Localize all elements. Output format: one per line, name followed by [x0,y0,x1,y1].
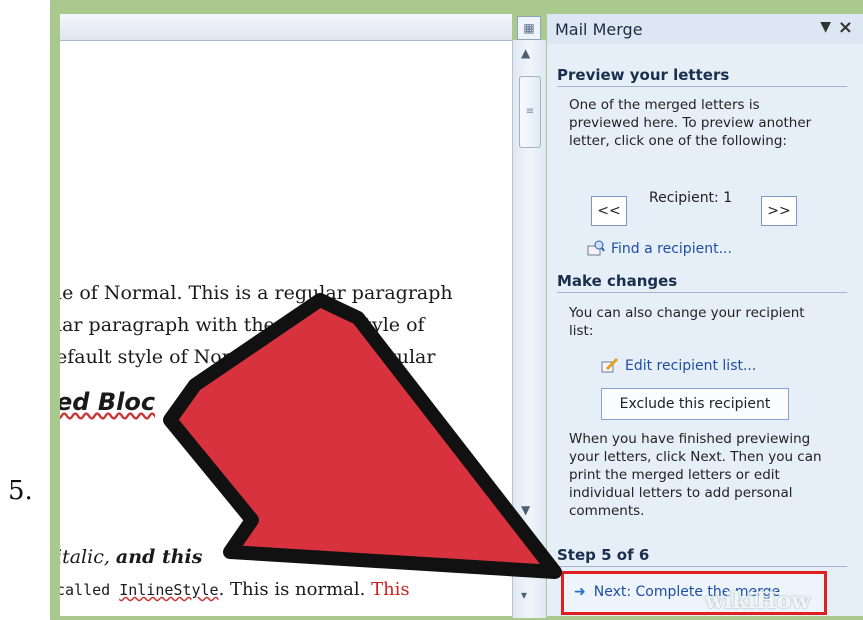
find-recipient-link[interactable]: Find a recipient... [587,240,732,257]
doc-inline-code: InlineStyle [119,581,219,599]
close-icon[interactable]: × [838,17,853,38]
next-page-icon[interactable]: ▾ [521,588,527,602]
next-recipient-button[interactable]: >> [761,196,797,226]
find-recipient-label: Find a recipient... [611,241,732,257]
changes-description: You can also change your recipient list: [569,305,805,339]
doc-code-prefix: called [60,581,120,599]
mail-merge-pane: Mail Merge ▼ × Preview your letters One … [547,14,863,616]
doc-line: lar paragraph with the default style of [60,314,425,336]
vertical-scrollbar[interactable]: ▲ ≡ ▼ ▾ [512,40,546,618]
changes-section-title: Make changes [557,272,847,293]
preview-section-title: Preview your letters [557,66,847,87]
document-page[interactable]: le of Normal. This is a regular paragrap… [60,14,512,616]
pane-title: Mail Merge [555,20,643,39]
pane-menu-icon[interactable]: ▼ [820,19,831,35]
finish-description: When you have finished previewing your l… [569,431,822,519]
scroll-thumb[interactable]: ≡ [519,76,541,148]
doc-italic-text: italic, [60,546,116,568]
edit-recipient-list-link[interactable]: Edit recipient list... [601,357,756,374]
doc-heading-text: ed Bloc [60,388,156,416]
doc-heading: ed Bloc [60,388,155,416]
scroll-up-icon[interactable]: ▲ [521,46,530,60]
doc-normal-text: . This is normal. [218,579,372,600]
exclude-recipient-button[interactable]: Exclude this recipient [601,388,789,420]
doc-italic-line: italic, and this [60,546,202,568]
ruler [60,14,512,41]
step-label: Step 5 of 6 [557,546,847,567]
doc-line: efault style of Normal. This is a regula… [60,346,436,368]
edit-recipient-list-label: Edit recipient list... [625,358,757,374]
doc-bold-italic-text: and this [115,546,203,568]
doc-line: le of Normal. This is a regular paragrap… [60,282,453,304]
previous-recipient-button[interactable]: << [591,196,627,226]
view-ruler-icon[interactable]: ▦ [517,16,541,40]
recipient-label: Recipient: 1 [649,190,733,206]
next-arrow-icon: ➜ [574,584,586,600]
preview-description: One of the merged letters is previewed h… [569,97,812,149]
watermark-logo: wikiHow [705,588,811,614]
pane-header: Mail Merge ▼ × [547,14,863,44]
doc-code-line: called InlineStyle. This is normal. This [60,579,410,600]
doc-red-text: This [371,579,410,600]
edit-list-icon [601,357,619,373]
scroll-down-icon[interactable]: ▼ [521,503,530,517]
find-recipient-icon [587,240,605,256]
step-number: 5. [8,476,33,506]
